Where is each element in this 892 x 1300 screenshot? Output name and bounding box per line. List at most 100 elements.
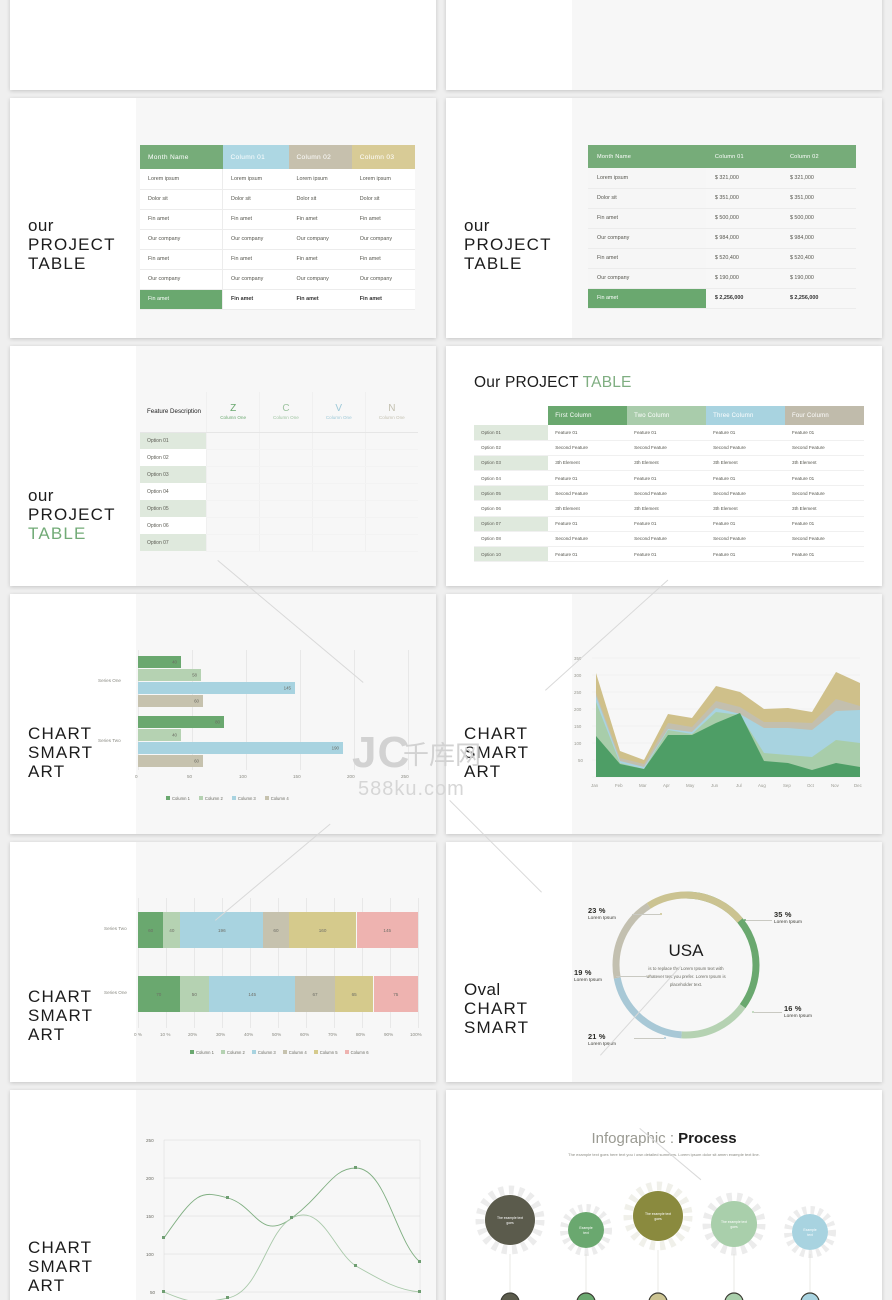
column-glyph-v: V — [335, 403, 343, 415]
bar-series1-col3: 145 — [138, 682, 295, 694]
svg-text:Jan: Jan — [591, 783, 599, 788]
column-glyph-z: Z — [230, 403, 237, 415]
chart-legend: Column 1 Column 2 Column 3 Column 4 — [166, 796, 289, 801]
stack-seg: 40 — [163, 912, 181, 948]
bar-series1-col2: 58 — [138, 669, 201, 681]
column-header: Three Column — [706, 406, 786, 425]
table-header-row: Month Name Column 01 Column 02 — [588, 145, 856, 168]
bar-series2-col1: 80 — [138, 716, 224, 728]
column-header: Month Name — [588, 145, 706, 168]
slide-chart-stacked[interactable]: CHART SMART ART 60 40 196 60 160 145 70 — [10, 842, 436, 1082]
svg-text:Jun: Jun — [711, 783, 719, 788]
column-header: Column 01 — [705, 145, 781, 168]
table-row: Fin amet Fin amet Fin amet Fin amet — [140, 209, 415, 230]
table-row: Option 04 — [140, 483, 418, 501]
category-label: Series Two — [104, 926, 127, 931]
stack-seg: 60 — [138, 912, 164, 948]
callout-21: 21 % Lorem Ipsum — [588, 1032, 616, 1047]
slide-title: our PROJECT TABLE — [464, 216, 552, 274]
table-row: Dolor sit $ 351,000 $ 351,000 — [588, 188, 856, 209]
slide-chart-bar[interactable]: CHART SMART ART 40 58 145 60 80 40 190 6… — [10, 594, 436, 834]
table-row: Lorem ipsum $ 321,000 $ 321,000 — [588, 168, 856, 189]
table-row-total: Fin amet Fin amet Fin amet Fin amet — [140, 289, 415, 310]
column-header: C Column One — [259, 392, 313, 433]
x-tick: 50% — [272, 1032, 282, 1037]
x-tick: 40% — [244, 1032, 254, 1037]
column-header: Z Column One — [206, 392, 260, 433]
x-tick: 200 — [347, 774, 355, 779]
legend-item: Column 2 — [198, 796, 223, 801]
stack-seg: 196 — [180, 912, 264, 948]
slide-oval-chart[interactable]: Oval CHART SMART USA is to replace the L… — [446, 842, 882, 1082]
slide-chart-line[interactable]: CHART SMART ART 250 200 150 100 50 — [10, 1090, 436, 1300]
slide-title: CHART SMART ART — [28, 1238, 94, 1296]
x-tick: 10 % — [160, 1032, 171, 1037]
column-header: First Column — [548, 406, 628, 425]
column-header: V Column One — [311, 392, 366, 433]
slide-title: CHART SMART ART — [28, 724, 94, 782]
x-tick: 100 — [239, 774, 247, 779]
table-row: Option 05 Second Feature Second Feature Sec… — [474, 485, 864, 502]
svg-text:Feb: Feb — [615, 783, 623, 788]
page-title: Our PROJECT TABLE — [474, 374, 632, 391]
table-row: Fin amet $ 500,000 $ 500,000 — [588, 208, 856, 229]
x-tick: 70% — [328, 1032, 338, 1037]
svg-text:Jul: Jul — [736, 783, 742, 788]
legend-item: Column 5 — [313, 1050, 338, 1055]
category-label: Series One — [104, 990, 127, 995]
svg-text:Apr: Apr — [663, 783, 670, 788]
table-row: Option 08 Second Feature Second Feature Sec… — [474, 531, 864, 548]
table-row: Option 02 Second Feature Second Feature Sec… — [474, 440, 864, 456]
legend-item: Column 4 — [282, 1050, 307, 1055]
table-row-total: Fin amet $ 2,256,000 $ 2,256,000 — [588, 288, 856, 309]
column-glyph-n: N — [388, 403, 396, 415]
table-row: Option 07 — [140, 534, 418, 552]
table-row: Fin amet Fin amet Fin amet Fin amet — [140, 249, 415, 270]
legend-item: Column 2 — [220, 1050, 245, 1055]
svg-text:Aug: Aug — [758, 783, 766, 788]
project-colored-table: Month Name Column 01 Column 02 Column 03… — [140, 145, 415, 310]
slide-title: CHART SMART ART — [464, 724, 530, 782]
process-gears: The example text goes Example text The e… — [475, 1181, 836, 1300]
svg-text:goes: goes — [506, 1221, 514, 1225]
svg-text:150: 150 — [146, 1214, 154, 1219]
table-row: Our company Our company Our company Our com… — [140, 269, 415, 290]
svg-text:Sep: Sep — [783, 783, 791, 788]
svg-text:text: text — [807, 1233, 813, 1237]
x-tick: 100% — [410, 1032, 422, 1037]
svg-text:150: 150 — [574, 724, 582, 729]
svg-text:100: 100 — [146, 1252, 154, 1257]
svg-text:250: 250 — [574, 690, 582, 695]
svg-text:placeholder text.: placeholder text. — [670, 982, 702, 987]
column-header: N Column One — [364, 392, 418, 433]
svg-text:May: May — [686, 783, 695, 788]
column-glyph-c: C — [282, 403, 290, 415]
svg-text:The example text: The example text — [497, 1216, 523, 1220]
slide-sample-name-table[interactable]: TABLE Our company Fin amet Sample Name I… — [446, 0, 882, 90]
stack-seg: 160 — [288, 912, 357, 948]
svg-text:Mar: Mar — [639, 783, 647, 788]
table-row: Option 03 — [140, 466, 418, 484]
our-project-wide-table: First Column Two Column Three Column Fou… — [474, 406, 864, 563]
stack-seg: 145 — [209, 976, 296, 1012]
table-row: Lorem ipsum Lorem ipsum Lorem ipsum Lorem i… — [140, 169, 415, 190]
table-row: Option 07 Feature 01 Feature 01 Feature 01 F… — [474, 516, 864, 532]
callout-23: 23 % Lorem Ipsum — [588, 906, 616, 921]
table-row: Option 06 3th Element 3th Element 3th Eleme… — [474, 500, 864, 517]
slide-infographic-process[interactable]: Infographic : Process The example text g… — [446, 1090, 882, 1300]
svg-text:250: 250 — [146, 1138, 154, 1143]
stacked-bar-chart: 60 40 196 60 160 145 70 50 145 67 65 75 … — [104, 898, 428, 1058]
slide-chart-area[interactable]: CHART SMART ART 350 300 250 200 150 100 … — [446, 594, 882, 834]
stack-seg: 67 — [295, 976, 335, 1012]
x-tick: 60% — [300, 1032, 310, 1037]
callout-35: 35 % Lorem Ipsum — [774, 910, 802, 925]
svg-text:300: 300 — [574, 673, 582, 678]
x-tick: 150 — [293, 774, 301, 779]
svg-text:is to replace the Lorem Ipsum: is to replace the Lorem Ipsum text with — [648, 966, 724, 971]
svg-text:200: 200 — [146, 1176, 154, 1181]
svg-text:Dec: Dec — [854, 783, 863, 788]
svg-text:Example: Example — [803, 1228, 816, 1232]
stack-seg: 145 — [356, 912, 418, 948]
slide-gantt-table[interactable]: Row Sample 07 Row Sample 08 Row Sample 0… — [10, 0, 436, 90]
stack-seg: 70 — [138, 976, 180, 1012]
